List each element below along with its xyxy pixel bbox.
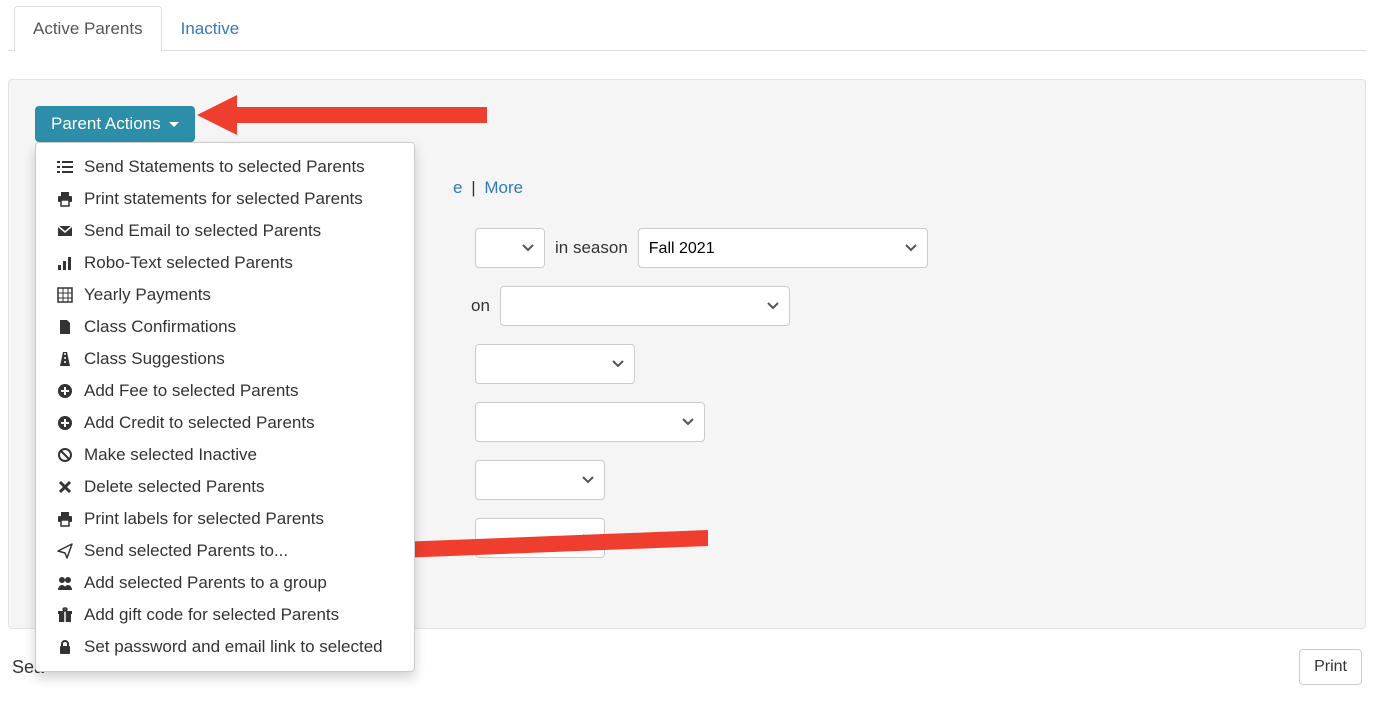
in-season-label: in season xyxy=(555,238,628,258)
menu-item-7[interactable]: Add Fee to selected Parents xyxy=(36,375,414,407)
location-row: on xyxy=(471,286,1339,326)
menu-item-label: Send selected Parents to... xyxy=(84,541,288,561)
menu-item-label: Delete selected Parents xyxy=(84,477,265,497)
filter-panel: Parent Actions Send Statements to select… xyxy=(8,79,1366,629)
menu-item-label: Class Suggestions xyxy=(84,349,225,369)
menu-item-label: Add gift code for selected Parents xyxy=(84,605,339,625)
print-button[interactable]: Print xyxy=(1299,649,1362,685)
users-icon xyxy=(56,575,74,591)
location-select[interactable] xyxy=(500,286,790,326)
parent-actions-button[interactable]: Parent Actions xyxy=(35,106,195,142)
plus-circle-icon xyxy=(56,415,74,431)
menu-item-label: Robo-Text selected Parents xyxy=(84,253,293,273)
filter-more-link[interactable]: More xyxy=(484,178,523,197)
lock-icon xyxy=(56,639,74,655)
menu-item-label: Add selected Parents to a group xyxy=(84,573,327,593)
menu-item-1[interactable]: Print statements for selected Parents xyxy=(36,183,414,215)
menu-item-label: Yearly Payments xyxy=(84,285,211,305)
mail-icon xyxy=(56,223,74,239)
menu-item-label: Class Confirmations xyxy=(84,317,236,337)
filter-select-6[interactable] xyxy=(475,518,605,558)
class-season-row: in season Fall 2021 xyxy=(475,228,1339,268)
parent-actions-menu: Send Statements to selected Parents Print… xyxy=(35,142,415,672)
filter-links-row: e | More xyxy=(453,178,1339,198)
filter-row-6 xyxy=(475,518,1339,558)
menu-item-label: Make selected Inactive xyxy=(84,445,257,465)
class-select[interactable] xyxy=(475,228,545,268)
file-icon xyxy=(56,319,74,335)
menu-item-label: Print statements for selected Parents xyxy=(84,189,363,209)
menu-item-label: Send Email to selected Parents xyxy=(84,221,321,241)
menu-item-label: Add Fee to selected Parents xyxy=(84,381,299,401)
parent-actions-label: Parent Actions xyxy=(51,114,161,134)
menu-item-13[interactable]: Add selected Parents to a group xyxy=(36,567,414,599)
filter-row-5 xyxy=(475,460,1339,500)
ban-icon xyxy=(56,447,74,463)
print-icon xyxy=(56,511,74,527)
times-icon xyxy=(56,479,74,495)
list-icon xyxy=(56,159,74,175)
filter-select-5[interactable] xyxy=(475,460,605,500)
gift-icon xyxy=(56,607,74,623)
menu-item-4[interactable]: Yearly Payments xyxy=(36,279,414,311)
grid-icon xyxy=(56,287,74,303)
filter-link-fragment[interactable]: e xyxy=(453,178,462,197)
tab-bar: Active Parents Inactive xyxy=(8,6,1366,51)
menu-item-14[interactable]: Add gift code for selected Parents xyxy=(36,599,414,631)
season-select[interactable]: Fall 2021 xyxy=(638,228,928,268)
print-icon xyxy=(56,191,74,207)
menu-item-3[interactable]: Robo-Text selected Parents xyxy=(36,247,414,279)
menu-item-9[interactable]: Make selected Inactive xyxy=(36,439,414,471)
separator: | xyxy=(471,178,480,197)
menu-item-0[interactable]: Send Statements to selected Parents xyxy=(36,151,414,183)
filter-select-4[interactable] xyxy=(475,402,705,442)
tab-active-parents[interactable]: Active Parents xyxy=(14,6,162,51)
menu-item-label: Add Credit to selected Parents xyxy=(84,413,315,433)
menu-item-10[interactable]: Delete selected Parents xyxy=(36,471,414,503)
tab-active-parents-label: Active Parents xyxy=(33,19,143,38)
filter-select-3[interactable] xyxy=(475,344,635,384)
location-label-fragment: on xyxy=(471,296,490,316)
menu-item-label: Send Statements to selected Parents xyxy=(84,157,365,177)
signal-icon xyxy=(56,255,74,271)
page-root: Active Parents Inactive Parent Actions S… xyxy=(0,0,1374,685)
tab-inactive[interactable]: Inactive xyxy=(162,6,259,51)
menu-item-6[interactable]: Class Suggestions xyxy=(36,343,414,375)
tab-inactive-label: Inactive xyxy=(181,19,240,38)
menu-item-2[interactable]: Send Email to selected Parents xyxy=(36,215,414,247)
caret-down-icon xyxy=(169,122,179,127)
menu-item-15[interactable]: Set password and email link to selected xyxy=(36,631,414,663)
menu-item-label: Set password and email link to selected xyxy=(84,637,383,657)
send-icon xyxy=(56,543,74,559)
filter-row-4 xyxy=(475,402,1339,442)
print-button-label: Print xyxy=(1314,658,1347,675)
menu-item-12[interactable]: Send selected Parents to... xyxy=(36,535,414,567)
menu-item-label: Print labels for selected Parents xyxy=(84,509,324,529)
menu-item-5[interactable]: Class Confirmations xyxy=(36,311,414,343)
plus-circle-icon xyxy=(56,383,74,399)
road-icon xyxy=(56,351,74,367)
filter-row-3 xyxy=(475,344,1339,384)
menu-item-8[interactable]: Add Credit to selected Parents xyxy=(36,407,414,439)
menu-item-11[interactable]: Print labels for selected Parents xyxy=(36,503,414,535)
